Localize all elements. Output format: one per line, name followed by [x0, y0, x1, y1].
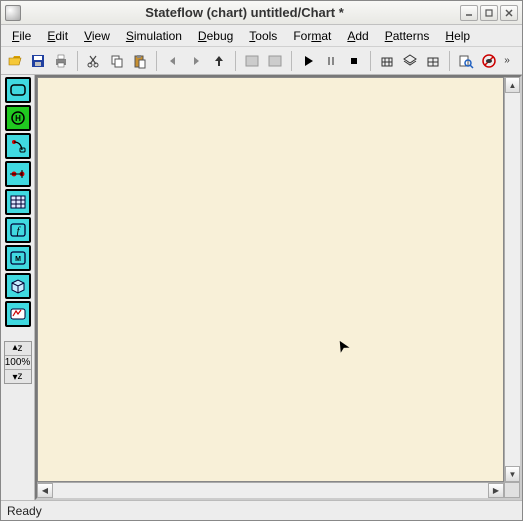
menu-help[interactable]: Help [438, 27, 477, 45]
forward-button[interactable] [185, 50, 207, 72]
junction-tool[interactable] [5, 161, 31, 187]
zoom-in-button[interactable]: ▴z [5, 342, 31, 356]
build-button-1[interactable] [376, 50, 398, 72]
zoom-out-button[interactable]: ▾z [5, 370, 31, 383]
menu-simulation[interactable]: Simulation [119, 27, 189, 45]
default-transition-tool[interactable] [5, 133, 31, 159]
cut-button[interactable] [83, 50, 105, 72]
svg-text:H: H [15, 114, 21, 123]
pause-button[interactable] [320, 50, 342, 72]
toolbar-separator [449, 51, 450, 71]
chart-canvas[interactable]: ➤ [37, 77, 504, 482]
save-button[interactable] [27, 50, 49, 72]
simulink-function-tool[interactable] [5, 301, 31, 327]
titlebar: Stateflow (chart) untitled/Chart * [1, 1, 522, 25]
app-icon [5, 5, 21, 21]
horizontal-scrollbar[interactable]: ◀ ▶ [37, 482, 504, 498]
minimize-button[interactable] [460, 5, 478, 21]
status-text: Ready [7, 504, 42, 518]
debug-off-button[interactable] [478, 50, 500, 72]
menu-edit[interactable]: Edit [40, 27, 75, 45]
scroll-right-button[interactable]: ▶ [488, 483, 504, 498]
stop-button[interactable] [343, 50, 365, 72]
print-button[interactable] [50, 50, 72, 72]
copy-button[interactable] [106, 50, 128, 72]
scroll-track[interactable] [53, 483, 488, 498]
paste-button[interactable] [129, 50, 151, 72]
svg-text:M: M [15, 256, 21, 263]
function-tool[interactable]: f [5, 217, 31, 243]
menu-debug[interactable]: Debug [191, 27, 240, 45]
find-button[interactable] [455, 50, 477, 72]
embedded-matlab-tool[interactable]: M [5, 245, 31, 271]
canvas-area: ➤ ▲ ▼ ◀ ▶ [35, 75, 522, 500]
state-tool[interactable] [5, 77, 31, 103]
scroll-track[interactable] [505, 93, 520, 466]
maximize-button[interactable] [480, 5, 498, 21]
menu-view[interactable]: View [77, 27, 117, 45]
menubar: FileEditViewSimulationDebugToolsFormatAd… [1, 25, 522, 47]
main-toolbar: » [1, 47, 522, 75]
toolbar-overflow-button[interactable]: » [501, 55, 513, 66]
scroll-corner [504, 482, 520, 498]
window-controls [460, 5, 518, 21]
cursor-icon: ➤ [331, 335, 355, 357]
open-button[interactable] [4, 50, 26, 72]
history-tool[interactable]: H [5, 105, 31, 131]
tool-palette: H f M ▴z 100% ▾z [1, 75, 35, 500]
toolbar-separator [291, 51, 292, 71]
toolbar-separator [370, 51, 371, 71]
truth-table-tool[interactable] [5, 189, 31, 215]
close-button[interactable] [500, 5, 518, 21]
zoom-level[interactable]: 100% [5, 356, 31, 370]
window-title: Stateflow (chart) untitled/Chart * [29, 5, 460, 20]
vertical-scrollbar[interactable]: ▲ ▼ [504, 77, 520, 482]
toolbar-separator [156, 51, 157, 71]
zoom-widget: ▴z 100% ▾z [4, 341, 32, 384]
scroll-up-button[interactable]: ▲ [505, 77, 520, 93]
workspace: H f M ▴z 100% ▾z ➤ ▲ ▼ [1, 75, 522, 500]
menu-tools[interactable]: Tools [242, 27, 284, 45]
svg-text:f: f [16, 225, 21, 237]
disabled-button-2[interactable] [264, 50, 286, 72]
statusbar: Ready [1, 500, 522, 520]
scroll-down-button[interactable]: ▼ [505, 466, 520, 482]
toolbar-separator [235, 51, 236, 71]
menu-format[interactable]: Format [286, 27, 338, 45]
toolbar-separator [77, 51, 78, 71]
menu-add[interactable]: Add [340, 27, 375, 45]
disabled-button-1[interactable] [241, 50, 263, 72]
up-button[interactable] [208, 50, 230, 72]
build-button-3[interactable] [422, 50, 444, 72]
menu-file[interactable]: File [5, 27, 38, 45]
stateflow-window: Stateflow (chart) untitled/Chart * FileE… [0, 0, 523, 521]
scroll-left-button[interactable]: ◀ [37, 483, 53, 498]
build-button-2[interactable] [399, 50, 421, 72]
play-button[interactable] [297, 50, 319, 72]
back-button[interactable] [162, 50, 184, 72]
box-tool[interactable] [5, 273, 31, 299]
menu-patterns[interactable]: Patterns [378, 27, 437, 45]
